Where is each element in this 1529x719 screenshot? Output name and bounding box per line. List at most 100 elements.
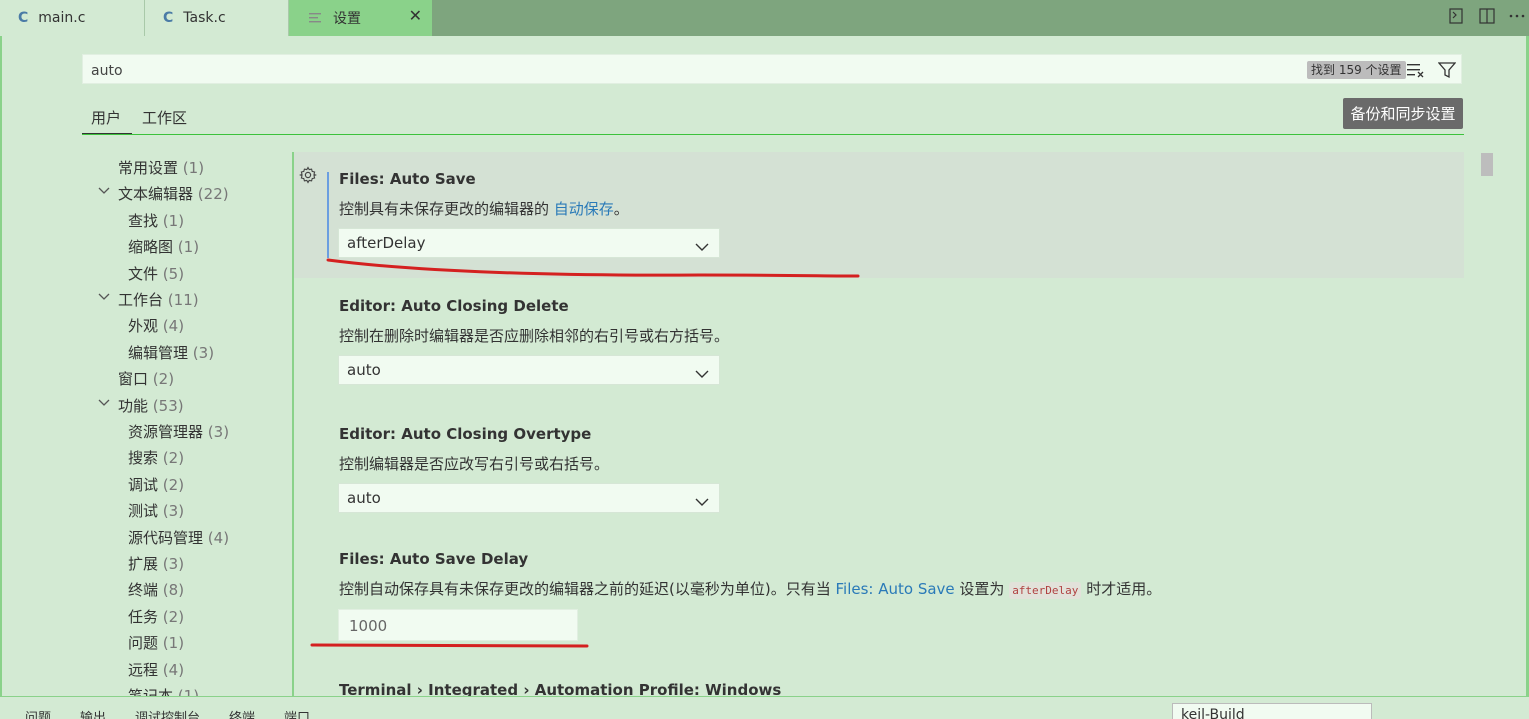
setting-description: 控制具有未保存更改的编辑器的 自动保存。 [339, 198, 629, 219]
left-border [0, 36, 2, 696]
chevron-down-icon[interactable] [98, 397, 110, 412]
toc-item[interactable]: 外观 (4) [128, 315, 184, 336]
setting-category: Editor: [339, 297, 402, 315]
panel-tab-debug-console[interactable]: 调试控制台 [135, 707, 200, 719]
setting-name: Auto Save [389, 170, 476, 188]
toc-item[interactable]: 窗口 (2) [118, 368, 174, 389]
toc-item[interactable]: 资源管理器 (3) [128, 421, 229, 442]
setting-editor-auto-closing-delete: Editor: Auto Closing Delete 控制在删除时编辑器是否应… [294, 278, 1464, 406]
toc-item-label: 终端 [128, 581, 159, 599]
setting-category: Files: [339, 170, 390, 188]
desc-link[interactable]: 自动保存 [554, 200, 614, 218]
scrollbar-thumb[interactable] [1481, 153, 1493, 176]
panel-tab-output[interactable]: 输出 [80, 707, 106, 719]
toc-item-label: 文件 [128, 265, 159, 283]
tab-main-c[interactable]: C main.c [0, 0, 145, 36]
toc-item-count: (4) [162, 661, 185, 679]
toc-item[interactable]: 扩展 (3) [128, 553, 184, 574]
gear-icon[interactable] [299, 166, 317, 188]
toc-item[interactable]: 任务 (2) [128, 606, 184, 627]
panel-tab-ports[interactable]: 端口 [284, 707, 310, 719]
tab-label: Task.c [183, 10, 226, 26]
select-value: afterDelay [347, 234, 426, 252]
bottom-panel: 问题 输出 调试控制台 终端 端口 keil-Build [0, 696, 1529, 719]
chevron-down-icon[interactable] [98, 185, 110, 200]
desc-code: afterDelay [1009, 582, 1082, 599]
setting-category: Editor: [339, 425, 402, 443]
auto-save-delay-input-box[interactable] [338, 609, 578, 641]
toc-item[interactable]: 测试 (3) [128, 500, 184, 521]
scope-tab-workspace[interactable]: 工作区 [142, 107, 187, 128]
toc-item-count: (2) [152, 370, 175, 388]
tab-task-c[interactable]: C Task.c [145, 0, 289, 36]
toc-item-label: 问题 [128, 634, 159, 652]
toc-item[interactable]: 文件 (5) [128, 263, 184, 284]
toc-item[interactable]: 缩略图 (1) [128, 236, 199, 257]
toc-item[interactable]: 搜索 (2) [128, 447, 184, 468]
auto-save-select[interactable]: afterDelay [338, 228, 720, 258]
toc-item-count: (1) [162, 212, 185, 230]
toc-item[interactable]: 远程 (4) [128, 659, 184, 680]
toc-item[interactable]: 调试 (2) [128, 474, 184, 495]
toc-item-label: 工作台 [118, 291, 164, 309]
backup-sync-button[interactable]: 备份和同步设置 [1343, 98, 1463, 129]
task-select-value: keil-Build [1181, 707, 1245, 719]
auto-closing-overtype-select[interactable]: auto [338, 483, 720, 513]
chevron-down-icon[interactable] [98, 291, 110, 306]
filter-icon[interactable] [1437, 61, 1457, 83]
toc-item-count: (11) [167, 291, 199, 309]
focus-indicator [327, 172, 329, 258]
setting-title: Terminal › Integrated › Automation Profi… [339, 681, 782, 696]
toc-item[interactable]: 常用设置 (1) [118, 157, 204, 178]
desc-link[interactable]: Files: Auto Save [835, 580, 954, 598]
toc-item[interactable]: 源代码管理 (4) [128, 527, 229, 548]
scope-tab-user[interactable]: 用户 [91, 107, 121, 128]
toc-item[interactable]: 编辑管理 (3) [128, 342, 214, 363]
toc-item-count: (4) [207, 529, 230, 547]
toc-item-count: (3) [192, 344, 215, 362]
more-icon[interactable] [1507, 6, 1527, 26]
settings-search-box[interactable]: 找到 159 个设置 [82, 54, 1462, 84]
toc-item-count: (3) [162, 502, 185, 520]
close-icon[interactable]: ✕ [409, 6, 422, 25]
task-select[interactable]: keil-Build [1172, 703, 1372, 719]
auto-closing-delete-select[interactable]: auto [338, 355, 720, 385]
setting-terminal-automation-profile: Terminal › Integrated › Automation Profi… [294, 664, 1464, 696]
setting-title: Editor: Auto Closing Overtype [339, 425, 591, 443]
chevron-down-icon [695, 238, 709, 256]
open-json-icon[interactable] [1446, 6, 1466, 26]
toc-item[interactable]: 工作台 (11) [118, 289, 199, 310]
desc-text: 时才适用。 [1081, 580, 1162, 598]
toc-item[interactable]: 功能 (53) [118, 395, 184, 416]
scope-divider [82, 134, 1464, 135]
toc-item-label: 资源管理器 [128, 423, 204, 441]
chevron-down-icon [695, 493, 709, 511]
toc-item-count: (53) [152, 397, 184, 415]
panel-tab-problems[interactable]: 问题 [25, 707, 51, 719]
desc-text: 设置为 [954, 580, 1010, 598]
toc-item-label: 文本编辑器 [118, 185, 194, 203]
toc-item-count: (22) [197, 185, 229, 203]
tab-settings[interactable]: 设置 ✕ [289, 0, 432, 36]
toc-item-label: 测试 [128, 502, 159, 520]
settings-file-icon [309, 12, 323, 24]
toc-item[interactable]: 查找 (1) [128, 210, 184, 231]
split-editor-icon[interactable] [1477, 6, 1497, 26]
clear-filter-icon[interactable] [1406, 61, 1426, 83]
setting-description: 控制编辑器是否应改写右引号或右括号。 [339, 455, 610, 473]
toc-item[interactable]: 终端 (8) [128, 579, 184, 600]
search-input[interactable] [89, 59, 1293, 83]
toc-item[interactable]: 笔记本 (1) [128, 685, 199, 696]
setting-name: Auto Closing Delete [401, 297, 569, 315]
desc-text: 控制具有未保存更改的编辑器的 [339, 200, 554, 218]
settings-toc: 常用设置 (1) 文本编辑器 (22) 查找 (1) 缩略图 (1) 文件 (5) 工作台… [82, 152, 292, 696]
setting-title: Files: Auto Save [339, 170, 476, 188]
toc-item-count: (3) [162, 555, 185, 573]
desc-text: 。 [613, 200, 629, 218]
toc-item-label: 窗口 [118, 370, 149, 388]
auto-save-delay-input[interactable] [347, 616, 571, 636]
panel-tab-terminal[interactable]: 终端 [229, 707, 255, 719]
setting-editor-auto-closing-overtype: Editor: Auto Closing Overtype 控制编辑器是否应改写… [294, 406, 1464, 534]
toc-item[interactable]: 文本编辑器 (22) [118, 183, 229, 204]
toc-item[interactable]: 问题 (1) [128, 632, 184, 653]
